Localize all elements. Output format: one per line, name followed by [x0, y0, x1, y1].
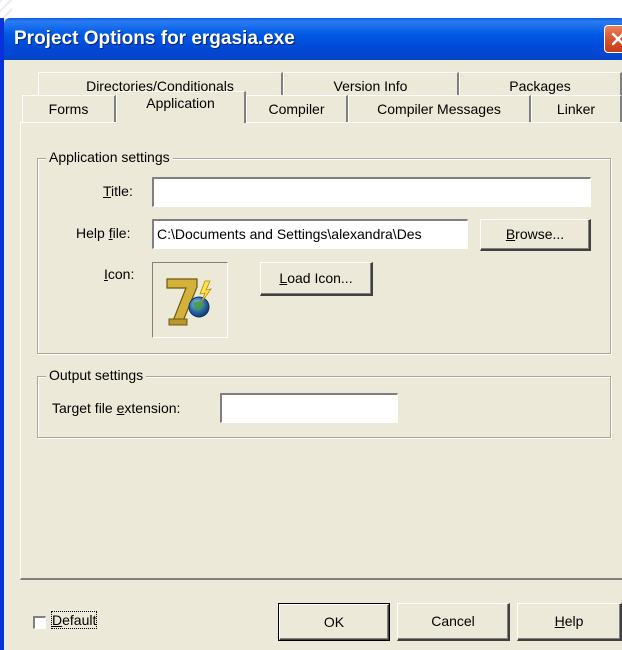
- help-file-input[interactable]: C:\Documents and Settings\alexandra\Des: [152, 219, 468, 249]
- tab-label: Packages: [509, 78, 571, 94]
- tab-label: Compiler Messages: [377, 101, 501, 117]
- browse-button[interactable]: Browse...: [480, 219, 591, 251]
- load-icon-button[interactable]: Load Icon...: [260, 262, 373, 296]
- help-file-label: Help file:: [76, 225, 131, 241]
- group-title: Output settings: [46, 367, 147, 383]
- tab-application[interactable]: Application: [116, 91, 246, 123]
- cancel-button[interactable]: Cancel: [397, 603, 510, 641]
- tab-label: Forms: [48, 101, 89, 117]
- group-title: Application settings: [46, 149, 173, 165]
- target-file-extension-label: Target file extension:: [52, 400, 181, 416]
- target-file-extension-input[interactable]: [220, 393, 398, 423]
- window-title: Project Options for ergasia.exe: [14, 28, 295, 49]
- close-icon: [611, 32, 622, 46]
- title-label: Title:: [103, 183, 133, 199]
- tab-label: Linker: [556, 101, 596, 117]
- close-button[interactable]: [604, 25, 622, 53]
- tab-compiler-messages[interactable]: Compiler Messages: [348, 95, 531, 122]
- tab-compiler[interactable]: Compiler: [246, 95, 348, 122]
- application-icon-preview: [152, 262, 228, 338]
- tab-packages[interactable]: Packages: [459, 72, 622, 96]
- title-input[interactable]: [152, 177, 591, 207]
- tab-version-info[interactable]: Version Info: [283, 72, 459, 96]
- delphi7-icon: [166, 278, 212, 326]
- tab-label: Application: [146, 95, 215, 111]
- help-button[interactable]: Help: [517, 603, 622, 641]
- tab-linker[interactable]: Linker: [531, 95, 622, 122]
- default-checkbox-label[interactable]: Default: [50, 611, 98, 629]
- tab-label: Compiler: [268, 101, 325, 117]
- tab-forms[interactable]: Forms: [22, 95, 116, 122]
- ok-button[interactable]: OK: [278, 603, 390, 641]
- default-checkbox[interactable]: [33, 616, 46, 629]
- tab-label: Version Info: [333, 78, 408, 94]
- icon-label: Icon:: [104, 266, 135, 282]
- title-bar[interactable]: Project Options for ergasia.exe: [4, 18, 622, 60]
